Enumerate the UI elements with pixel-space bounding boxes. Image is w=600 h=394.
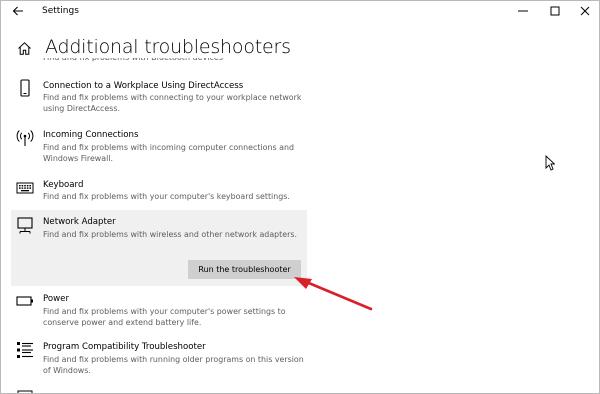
troubleshooter-program-compatibility[interactable]: Program Compatibility Troubleshooter Fin… — [11, 337, 307, 381]
troubleshooter-name: Power — [43, 294, 69, 304]
troubleshooter-description: Find and fix problems with your computer… — [43, 192, 290, 201]
troubleshooter-description: Find and fix problems with running older… — [43, 355, 304, 375]
home-icon[interactable] — [17, 41, 32, 56]
title-bar: Settings — [1, 1, 599, 23]
page-title: Additional troubleshooters — [45, 36, 291, 58]
troubleshooter-keyboard[interactable]: Keyboard Find and fix problems with your… — [11, 174, 307, 206]
troubleshooter-power[interactable]: Power Find and fix problems with your co… — [11, 290, 307, 334]
antenna-icon — [16, 130, 34, 146]
settings-window: Settings Additional troubleshooters Find… — [0, 0, 600, 394]
mouse-cursor-icon — [545, 155, 555, 171]
maximize-icon — [550, 6, 560, 16]
troubleshooter-name: Incoming Connections — [43, 130, 139, 140]
maximize-button[interactable] — [543, 3, 567, 19]
back-arrow-icon[interactable] — [11, 4, 25, 18]
troubleshooter-directaccess[interactable]: Connection to a Workplace Using DirectAc… — [11, 75, 307, 119]
run-troubleshooter-button[interactable]: Run the troubleshooter — [188, 260, 301, 279]
troubleshooter-name: Program Compatibility Troubleshooter — [43, 342, 206, 352]
minimize-icon — [518, 10, 528, 12]
troubleshooter-network-adapter[interactable]: Network Adapter Find and fix problems wi… — [11, 210, 307, 286]
troubleshooter-description: Find and fix problems with connecting to… — [43, 93, 302, 113]
troubleshooter-name: Connection to a Workplace Using DirectAc… — [43, 81, 244, 91]
troubleshooter-description: Find and fix problems with your computer… — [43, 307, 286, 327]
partial-next-icon — [17, 390, 33, 393]
troubleshooter-name: Network Adapter — [43, 217, 116, 227]
troubleshooter-incoming-connections[interactable]: Incoming Connections Find and fix proble… — [11, 124, 307, 170]
phone-icon — [20, 79, 30, 97]
minimize-button[interactable] — [511, 3, 535, 19]
list-icon — [17, 342, 33, 358]
app-title: Settings — [42, 6, 79, 16]
troubleshooter-name: Keyboard — [43, 180, 84, 190]
battery-icon — [16, 296, 33, 306]
network-monitor-icon — [17, 217, 33, 234]
close-button[interactable] — [573, 3, 597, 19]
keyboard-icon — [16, 182, 34, 194]
troubleshooter-description: Find and fix problems with incoming comp… — [43, 143, 294, 163]
troubleshooter-description: Find and fix problems with wireless and … — [43, 230, 297, 239]
close-icon — [580, 6, 590, 16]
